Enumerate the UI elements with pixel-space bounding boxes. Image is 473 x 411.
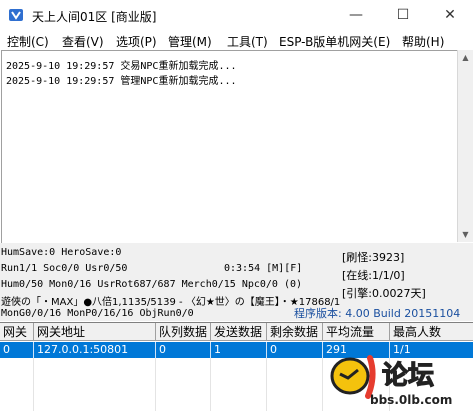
log-line: 2025-9-10 19:29:57 交易NPC重新加载完成... — [6, 61, 237, 72]
online-count: [在线:1/1/0] — [342, 269, 405, 282]
menu-options[interactable]: 选项(P) — [116, 33, 157, 50]
column-header[interactable]: 最高人数 — [390, 323, 473, 341]
cell-address: 127.0.0.1:50801 — [34, 342, 156, 358]
window-title: 天上人间01区 [商业版] — [32, 10, 157, 24]
app-icon — [9, 9, 23, 21]
status-panel: HumSave:0 HeroSave:0 Run1/1 Soc0/0 Usr0/… — [0, 243, 473, 321]
refresh-monster-count: [刷怪:3923] — [342, 251, 405, 264]
menu-bar: 控制(C) 查看(V) 选项(P) 管理(M) 工具(T) ESP-B版单机网关… — [0, 30, 473, 50]
status-monsters: MonG0/0/16 MonP0/16/16 ObjRun0/0 — [1, 308, 194, 319]
menu-view[interactable]: 查看(V) — [62, 33, 104, 50]
menu-tools[interactable]: 工具(T) — [227, 33, 268, 50]
column-header[interactable]: 网关 — [0, 323, 34, 341]
close-button[interactable]: ✕ — [427, 0, 473, 30]
log-line: 2025-9-10 19:29:57 管理NPC重新加载完成... — [6, 76, 237, 87]
column-header[interactable]: 队列数据 — [156, 323, 211, 341]
watermark-text: 论坛 — [382, 361, 434, 391]
column-header[interactable]: 剩余数据 — [267, 323, 323, 341]
cell-remaining: 0 — [267, 342, 323, 358]
scroll-down-icon[interactable]: ▼ — [458, 227, 473, 242]
watermark-url: bbs.0lb.com — [370, 393, 452, 407]
scroll-up-icon[interactable]: ▲ — [458, 50, 473, 65]
column-header[interactable]: 发送数据 — [211, 323, 267, 341]
minimize-button[interactable]: — — [333, 0, 379, 30]
title-bar: 天上人间01区 [商业版] — ☐ ✕ — [0, 0, 473, 30]
cell-queue: 0 — [156, 342, 211, 358]
menu-gateway[interactable]: ESP-B版单机网关(E) — [279, 33, 390, 50]
status-time: 0:3:54 [M][F] — [224, 263, 303, 274]
menu-help[interactable]: 帮助(H) — [402, 33, 444, 50]
maximize-button[interactable]: ☐ — [380, 0, 426, 30]
menu-control[interactable]: 控制(C) — [7, 33, 49, 50]
engine-uptime: [引擎:0.0027天] — [342, 287, 426, 300]
menu-manage[interactable]: 管理(M) — [168, 33, 212, 50]
program-version: 程序版本: 4.00 Build 20151104 — [294, 307, 461, 320]
status-save: HumSave:0 HeroSave:0 — [1, 247, 122, 258]
log-scrollbar[interactable]: ▲ ▼ — [457, 50, 473, 242]
status-player: 遊俠の「・MAX」●八倍1,1135/5139 - 〈幻★世〉の【魔王】・★17… — [1, 297, 341, 308]
cell-gateway: 0 — [0, 342, 34, 358]
column-header[interactable]: 平均流量 — [323, 323, 390, 341]
status-run: Run1/1 Soc0/0 Usr0/50 — [1, 263, 128, 274]
cell-sent: 1 — [211, 342, 267, 358]
status-counts: Hum0/50 Mon0/16 UsrRot687/687 Merch0/15 … — [1, 279, 303, 290]
log-output[interactable]: 2025-9-10 19:29:57 交易NPC重新加载完成... 2025-9… — [1, 50, 457, 243]
forum-watermark-logo: 论坛 bbs.0lb.com — [330, 355, 452, 407]
column-header[interactable]: 网关地址 — [34, 323, 156, 341]
